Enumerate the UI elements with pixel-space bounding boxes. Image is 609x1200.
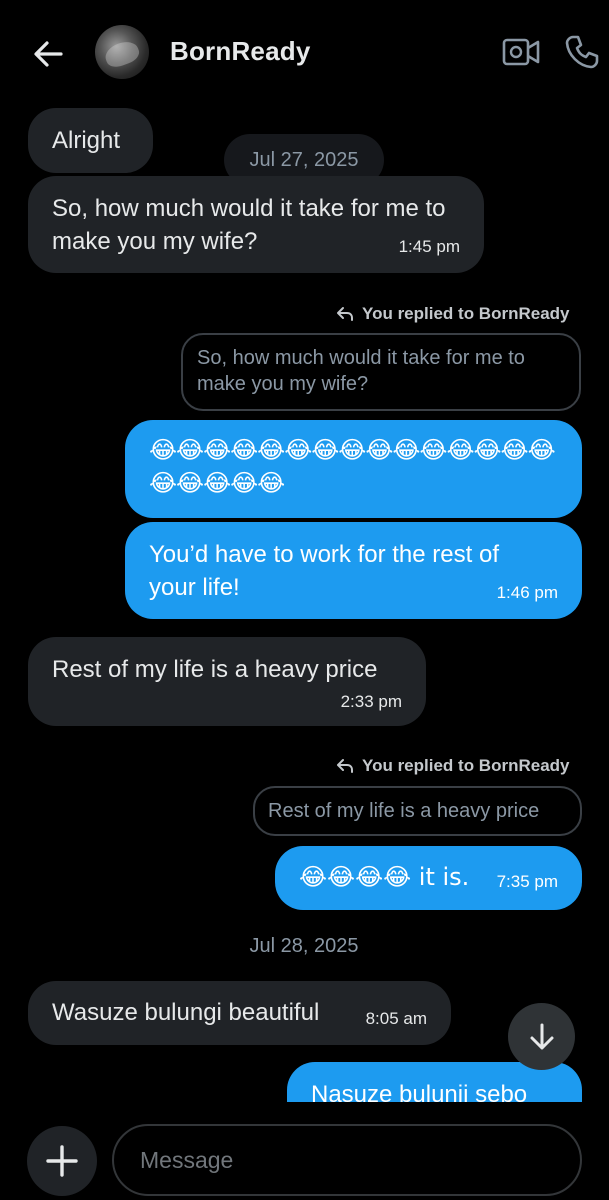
quoted-message-text: Rest of my life is a heavy price <box>268 800 540 822</box>
video-call-button[interactable] <box>500 32 542 72</box>
contact-name[interactable]: BornReady <box>170 36 311 67</box>
message-bubble-incoming[interactable]: Rest of my life is a heavy price 2:33 pm <box>28 637 426 726</box>
reply-indicator: You replied to BornReady <box>336 756 570 776</box>
arrow-down-icon <box>530 1023 553 1049</box>
message-timestamp: 1:46 pm <box>496 583 558 602</box>
video-call-icon <box>502 38 540 66</box>
message-bubble-incoming[interactable]: Alright <box>28 108 153 173</box>
scroll-to-bottom-button[interactable] <box>508 1003 575 1070</box>
message-bubble-incoming[interactable]: So, how much would it take for me to mak… <box>28 176 484 273</box>
message-text: Rest of my life is a heavy price <box>52 656 378 683</box>
message-list[interactable]: Alright Jul 27, 2025 So, how much would … <box>0 104 609 1102</box>
avatar[interactable] <box>95 25 149 79</box>
message-timestamp: 1:45 pm <box>398 237 460 256</box>
phone-call-button[interactable] <box>560 30 604 74</box>
message-text: 😂😂😂😂 it is. <box>299 863 470 891</box>
add-attachment-button[interactable] <box>27 1126 97 1196</box>
message-timestamp: 7:35 pm <box>496 872 558 891</box>
quoted-message[interactable]: Rest of my life is a heavy price <box>253 786 582 836</box>
quoted-message-text: So, how much would it take for me to mak… <box>197 347 525 395</box>
date-separator: Jul 28, 2025 <box>249 935 359 957</box>
reply-indicator: You replied to BornReady <box>336 304 570 324</box>
reply-arrow-icon <box>337 307 353 321</box>
reply-arrow-icon <box>337 759 353 773</box>
message-timestamp: 2:33 pm <box>340 692 402 711</box>
composer-bar <box>0 1102 609 1200</box>
message-text: Wasuze bulungi beautiful <box>52 999 320 1026</box>
back-arrow-icon <box>34 41 63 67</box>
message-text: You’d have to work for the rest of your … <box>149 541 499 601</box>
reply-label-text: You replied to BornReady <box>362 304 570 323</box>
message-text: Nasuze bulunii sebo <box>311 1081 528 1102</box>
message-input[interactable] <box>112 1124 582 1196</box>
reply-label-text: You replied to BornReady <box>362 756 570 775</box>
message-bubble-outgoing[interactable]: You’d have to work for the rest of your … <box>125 522 582 619</box>
message-text: 😂😂😂😂😂😂😂😂😂😂😂😂😂😂😂😂😂😂😂😂 <box>149 436 556 497</box>
message-bubble-outgoing[interactable]: 😂😂😂😂😂😂😂😂😂😂😂😂😂😂😂😂😂😂😂😂 <box>125 420 582 518</box>
back-button[interactable] <box>28 34 68 74</box>
message-bubble-incoming[interactable]: Wasuze bulungi beautiful 8:05 am <box>28 981 451 1045</box>
chat-header: BornReady <box>0 0 609 104</box>
message-text: Alright <box>52 127 121 154</box>
message-bubble-outgoing[interactable]: 😂😂😂😂 it is. 7:35 pm <box>275 846 582 910</box>
plus-icon <box>46 1145 78 1177</box>
phone-icon <box>565 35 599 69</box>
quoted-message[interactable]: So, how much would it take for me to mak… <box>181 333 581 411</box>
message-timestamp: 8:05 am <box>365 1009 427 1028</box>
